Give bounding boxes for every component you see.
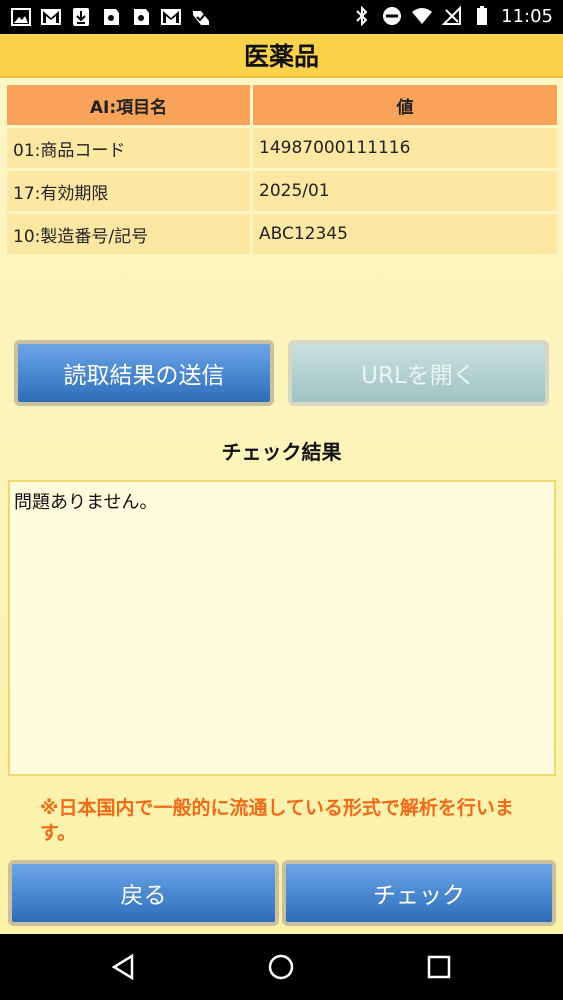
table-row: 10:製造番号/記号 ABC12345: [7, 214, 557, 254]
image-notification-icon: [10, 6, 32, 28]
app-notification-icon: [100, 6, 122, 28]
status-time: 11:05: [501, 5, 553, 27]
table-row: 01:商品コード 14987000111116: [7, 128, 557, 168]
check-notification-icon: [190, 6, 212, 28]
home-nav-icon[interactable]: [266, 952, 296, 982]
check-result-title: チェック結果: [221, 440, 342, 464]
back-button[interactable]: 戻る: [8, 860, 279, 926]
navigation-bar: [0, 934, 563, 1000]
status-bar: 11:05: [0, 0, 563, 34]
wifi-icon: [411, 5, 433, 27]
check-result-text[interactable]: 問題ありません。: [8, 480, 556, 776]
check-button[interactable]: チェック: [282, 860, 556, 926]
table-cell-value: 2025/01: [253, 171, 557, 211]
gmail-icon: [40, 6, 62, 28]
column-header-item-name: AI:項目名: [7, 85, 250, 125]
signal-icon: [441, 5, 463, 27]
table-cell-item: 10:製造番号/記号: [7, 214, 250, 254]
table-cell-value: 14987000111116: [253, 128, 557, 168]
table-cell-item: 01:商品コード: [7, 128, 250, 168]
table-cell-item: 17:有効期限: [7, 171, 250, 211]
mail-icon: [160, 6, 182, 28]
page-title: 医薬品: [243, 42, 319, 71]
column-header-value: 値: [253, 85, 557, 125]
battery-icon: [471, 5, 493, 27]
back-nav-icon[interactable]: [108, 952, 138, 982]
send-result-button[interactable]: 読取結果の送信: [14, 340, 274, 406]
app-screen: 医薬品 AI:項目名 値 01:商品コード 14987000111116 17:…: [0, 34, 563, 934]
do-not-disturb-icon: [381, 5, 403, 27]
open-url-button[interactable]: URLを開く: [288, 340, 549, 406]
table-cell-value: ABC12345: [253, 214, 557, 254]
table-header-row: AI:項目名 値: [7, 85, 557, 125]
table-row: 17:有効期限 2025/01: [7, 171, 557, 211]
bluetooth-icon: [351, 5, 373, 27]
app-notification-icon-2: [130, 6, 152, 28]
title-bar: 医薬品: [0, 34, 563, 78]
recents-nav-icon[interactable]: [424, 952, 454, 982]
notice-text: ※日本国内で一般的に流通している形式で解析を行います。: [40, 797, 514, 844]
download-icon: [70, 6, 92, 28]
result-table: AI:項目名 値 01:商品コード 14987000111116 17:有効期限…: [4, 82, 560, 257]
